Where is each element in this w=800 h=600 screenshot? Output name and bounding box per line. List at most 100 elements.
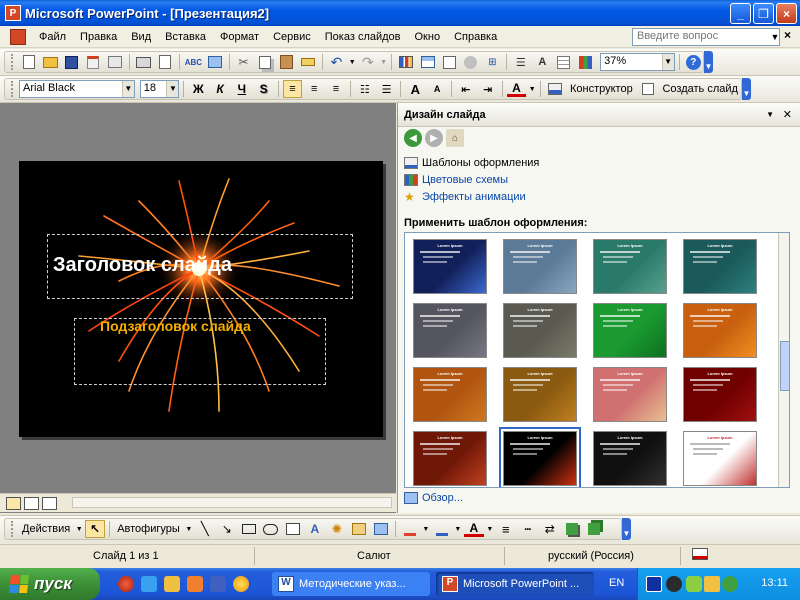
menu-file[interactable]: Файл [32, 27, 73, 47]
design-template-thumb[interactable]: Lorem Ipsum [593, 239, 667, 294]
undo-dropdown-icon[interactable]: ▼ [348, 53, 356, 71]
document-icon[interactable] [10, 28, 26, 45]
actions-menu[interactable]: Действия [19, 523, 73, 535]
select-objects-icon[interactable]: ↖ [85, 520, 106, 538]
actions-dropdown-icon[interactable]: ▼ [75, 520, 83, 538]
bullets-icon[interactable]: ☰ [377, 80, 397, 98]
shadow-style-icon[interactable] [562, 520, 582, 538]
fill-color-icon[interactable] [400, 520, 420, 538]
wordart-icon[interactable]: A [305, 520, 325, 538]
bold-button[interactable]: Ж [188, 80, 208, 98]
undo-icon[interactable]: ↶ [327, 53, 347, 71]
taskbar-item-powerpoint[interactable]: P Microsoft PowerPoint ... [436, 572, 594, 596]
forward-icon[interactable]: ▶ [425, 129, 443, 147]
tray-media-icon[interactable] [646, 576, 662, 592]
font-dropdown-icon[interactable]: ▼ [121, 81, 134, 97]
arrow-icon[interactable]: ↘ [217, 520, 237, 538]
3d-style-icon[interactable] [584, 520, 604, 538]
design-template-thumb[interactable]: Lorem Ipsum [503, 367, 577, 422]
expand-all-icon[interactable]: ☰ [511, 53, 531, 71]
new-document-icon[interactable] [19, 53, 39, 71]
underline-button[interactable]: Ч [232, 80, 252, 98]
font-color-button[interactable]: A [506, 81, 527, 97]
gallery-scroll-thumb[interactable] [780, 341, 789, 391]
numbering-icon[interactable]: ☷ [355, 80, 375, 98]
design-template-thumb[interactable]: Lorem Ipsum [683, 303, 757, 358]
design-template-thumb[interactable]: Lorem Ipsum [593, 367, 667, 422]
print-preview-icon[interactable] [155, 53, 175, 71]
cut-icon[interactable]: ✂ [234, 53, 254, 71]
template-gallery[interactable]: Lorem Ipsum Lorem Ipsum Lorem Ipsum Lorem I… [404, 232, 790, 488]
normal-view-icon[interactable] [6, 496, 21, 510]
spelling-status-icon[interactable] [692, 548, 708, 564]
tray-app-icon[interactable] [666, 576, 682, 592]
draw-font-color-dropdown-icon[interactable]: ▼ [486, 520, 494, 538]
clip-art-icon[interactable] [349, 520, 369, 538]
insert-chart-icon[interactable] [396, 53, 416, 71]
new-slide-button[interactable]: Создать слайд [659, 83, 740, 95]
toolbar-grip[interactable] [11, 81, 14, 97]
insert-picture-icon[interactable] [371, 520, 391, 538]
decrease-font-button[interactable]: A [427, 80, 447, 98]
menu-format[interactable]: Формат [213, 27, 266, 47]
slide-sorter-view-icon[interactable] [24, 496, 39, 510]
show-grid-icon[interactable] [554, 53, 574, 71]
shadow-button[interactable]: S [254, 80, 274, 98]
design-template-thumb[interactable]: Lorem Ipsum [683, 239, 757, 294]
quicklaunch-ie-icon[interactable] [141, 576, 157, 592]
slide-title[interactable]: Заголовок слайда [53, 254, 232, 277]
slide-editing-area[interactable]: Заголовок слайда Подзаголовок слайда [0, 103, 396, 513]
close-button[interactable]: × [776, 3, 797, 24]
insert-table-icon[interactable] [418, 53, 438, 71]
menu-help[interactable]: Справка [447, 27, 504, 47]
show-formatting-icon[interactable]: A [533, 53, 553, 71]
horizontal-scrollbar[interactable] [72, 497, 392, 508]
help-icon[interactable]: ? [684, 53, 704, 71]
tables-borders-icon[interactable] [439, 53, 459, 71]
print-icon[interactable] [134, 53, 154, 71]
text-box-icon[interactable] [283, 520, 303, 538]
save-icon[interactable] [62, 53, 82, 71]
decrease-indent-icon[interactable]: ⇤ [456, 80, 476, 98]
design-template-thumb[interactable]: Lorem Ipsum [413, 239, 487, 294]
task-pane-menu-icon[interactable]: ▼ [766, 110, 774, 119]
close-document-button[interactable]: × [784, 28, 791, 42]
design-template-thumb[interactable]: Lorem Ipsum [683, 367, 757, 422]
link-animation-schemes[interactable]: ★ Эффекты анимации [404, 191, 526, 203]
help-dropdown-icon[interactable]: ▼ [769, 29, 781, 45]
zoom-select[interactable]: 37% ▼ [600, 53, 675, 71]
permission-icon[interactable] [84, 53, 104, 71]
link-color-schemes[interactable]: Цветовые схемы [404, 174, 508, 186]
slideshow-view-icon[interactable] [42, 496, 57, 510]
research-icon[interactable] [205, 53, 225, 71]
format-painter-icon[interactable] [298, 53, 318, 71]
slide-subtitle[interactable]: Подзаголовок слайда [100, 318, 251, 334]
menu-edit[interactable]: Правка [73, 27, 124, 47]
autoshapes-dropdown-icon[interactable]: ▼ [185, 520, 193, 538]
slide-canvas[interactable]: Заголовок слайда Подзаголовок слайда [19, 161, 383, 437]
design-template-thumb[interactable]: Lorem Ipsum [413, 367, 487, 422]
quicklaunch-app-icon[interactable] [187, 576, 203, 592]
copy-icon[interactable] [255, 53, 275, 71]
font-select[interactable]: Arial Black ▼ [18, 80, 135, 98]
font-size-select[interactable]: 18 ▼ [139, 80, 180, 98]
spelling-icon[interactable]: ABC [184, 53, 204, 71]
help-search-input[interactable]: Введите вопрос [632, 28, 780, 46]
task-pane-close-icon[interactable]: ✕ [783, 108, 792, 121]
language-indicator[interactable]: EN [609, 577, 624, 589]
increase-indent-icon[interactable]: ⇥ [478, 80, 498, 98]
dash-style-icon[interactable]: ┅ [518, 520, 538, 538]
start-button[interactable]: пуск [0, 568, 100, 600]
restore-button[interactable]: ❐ [753, 3, 774, 24]
design-button[interactable]: Конструктор [567, 83, 636, 95]
italic-button[interactable]: К [210, 80, 230, 98]
design-template-thumb[interactable]: Lorem Ipsum [593, 431, 667, 486]
home-icon[interactable]: ⌂ [446, 129, 464, 147]
toolbar-options-icon[interactable]: ▼ [704, 51, 713, 73]
insert-diagram-icon[interactable] [461, 53, 481, 71]
font-size-dropdown-icon[interactable]: ▼ [166, 81, 179, 97]
font-color-dropdown-icon[interactable]: ▼ [528, 80, 536, 98]
back-icon[interactable]: ◀ [404, 129, 422, 147]
line-style-icon[interactable]: ≡ [496, 520, 516, 538]
quicklaunch-media-icon[interactable] [233, 576, 249, 592]
